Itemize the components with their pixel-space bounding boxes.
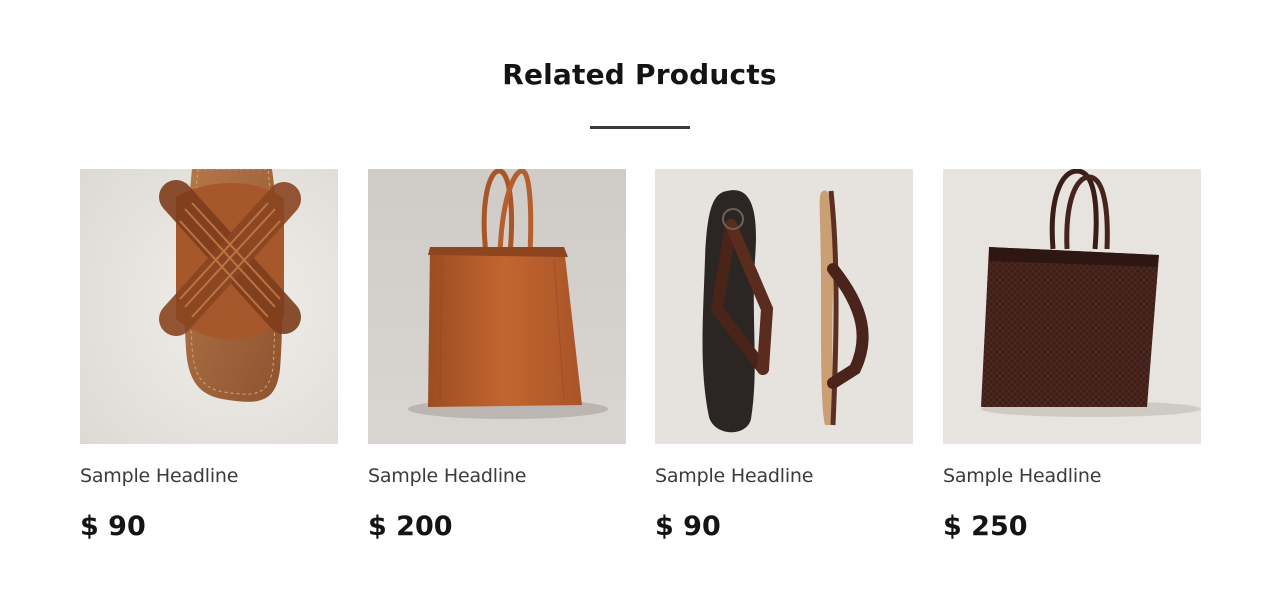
product-price: $ 200 (368, 511, 453, 542)
product-price: $ 250 (943, 511, 1028, 542)
product-grid: Sample Headline $ 90 Sample Headline $ 2… (80, 169, 1201, 549)
product-card[interactable]: Sample Headline $ 90 (655, 169, 913, 549)
product-image[interactable] (655, 169, 913, 444)
woven-dark-leather-tote-image (943, 169, 1201, 444)
product-headline[interactable]: Sample Headline (943, 465, 1101, 487)
product-image[interactable] (368, 169, 626, 444)
product-headline[interactable]: Sample Headline (368, 465, 526, 487)
product-price: $ 90 (655, 511, 721, 542)
product-card[interactable]: Sample Headline $ 90 (80, 169, 338, 549)
leather-flip-flop-sandals-image (655, 169, 913, 444)
product-image[interactable] (943, 169, 1201, 444)
product-headline[interactable]: Sample Headline (655, 465, 813, 487)
related-products-section: Related Products Sample Headline $ 90 Sa… (0, 0, 1279, 611)
product-card[interactable]: Sample Headline $ 250 (943, 169, 1201, 549)
title-divider (590, 126, 690, 129)
woven-leather-sandal-image (80, 169, 338, 444)
tan-leather-tote-bag-image (368, 169, 626, 444)
section-title: Related Products (502, 58, 777, 91)
product-price: $ 90 (80, 511, 146, 542)
product-headline[interactable]: Sample Headline (80, 465, 238, 487)
product-image[interactable] (80, 169, 338, 444)
product-card[interactable]: Sample Headline $ 200 (368, 169, 626, 549)
